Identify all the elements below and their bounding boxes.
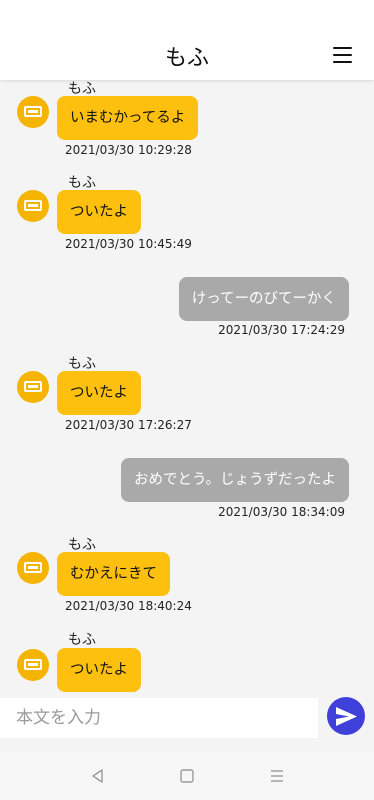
message-input[interactable] — [0, 698, 318, 738]
system-navigation-bar — [0, 752, 374, 800]
app-header: もふ — [0, 0, 374, 80]
message-timestamp: 2021/03/30 18:34:09 — [218, 505, 345, 519]
hamburger-menu-icon[interactable] — [333, 47, 352, 64]
sender-name: もふ — [68, 175, 96, 191]
message-bubble[interactable]: ついたよ — [57, 190, 141, 234]
message-timestamp: 2021/03/30 17:26:27 — [65, 418, 192, 432]
message-timestamp: 2021/03/30 18:40:24 — [65, 599, 192, 613]
message-bubble[interactable]: おめでとう。じょうずだったよ — [121, 458, 349, 502]
message-bubble[interactable]: ついたよ — [57, 648, 141, 692]
send-button[interactable] — [327, 697, 365, 735]
message-bubble[interactable]: いまむかってるよ — [57, 96, 199, 140]
battery-icon[interactable] — [17, 96, 49, 128]
battery-icon[interactable] — [17, 190, 49, 222]
battery-icon[interactable] — [17, 649, 49, 681]
message-bubble[interactable]: けってーのびてーかく — [178, 277, 349, 321]
triangle-back-icon[interactable] — [88, 766, 108, 786]
message-timestamp: 2021/03/30 10:45:49 — [65, 237, 192, 251]
sender-name: もふ — [68, 356, 96, 372]
message-timestamp: 2021/03/30 10:29:28 — [65, 143, 192, 157]
battery-icon[interactable] — [17, 552, 49, 584]
sender-name: もふ — [68, 537, 96, 553]
battery-icon[interactable] — [17, 371, 49, 403]
message-bubble[interactable]: ついたよ — [57, 371, 141, 415]
message-list[interactable]: もふ いまむかってるよ 2021/03/30 10:29:28 もふ ついたよ … — [0, 80, 374, 694]
message-timestamp: 2021/03/30 17:24:29 — [218, 323, 345, 337]
message-bubble[interactable]: むかえにきて — [57, 552, 170, 596]
lines-recent-icon[interactable] — [267, 766, 287, 786]
square-home-icon[interactable] — [177, 766, 197, 786]
sender-name: もふ — [68, 632, 96, 648]
composer-bar — [0, 694, 374, 752]
chat-title: もふ — [164, 46, 209, 71]
paper-plane-icon — [336, 707, 357, 726]
